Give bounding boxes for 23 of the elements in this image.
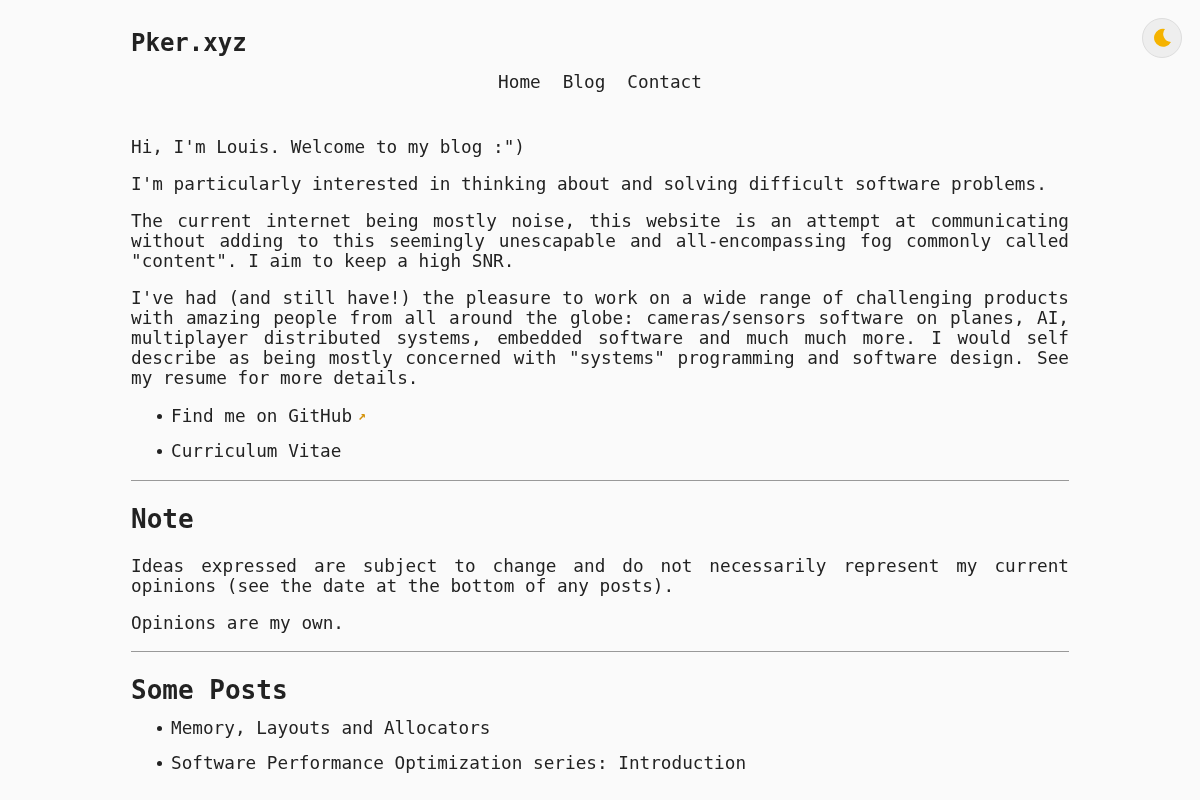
post-link[interactable]: Software Performance Optimization series: Introduction	[171, 753, 747, 773]
nav-link[interactable]: Contact	[627, 70, 702, 94]
bullet-icon	[157, 413, 162, 419]
bullet-icon	[157, 448, 162, 454]
paragraph: Ideas expressed are subject to change and do not necessarily represent my current opinions (see the date at the bottom of any posts).	[131, 556, 1069, 596]
bullet-icon	[157, 760, 162, 766]
link[interactable]: Curriculum Vitae	[171, 441, 342, 461]
nav-link[interactable]: Home	[498, 70, 541, 94]
paragraph: The current internet being mostly noise, this website is an attempt at communicating without adding to this seemingly unescapable and all-encompassing fog commonly called "content". I aim to keep a high SNR.	[131, 211, 1069, 271]
paragraph: Hi, I'm Louis. Welcome to my blog :")	[131, 137, 526, 157]
nav-link[interactable]: Blog	[562, 70, 606, 94]
paragraph: I'm particularly interested in thinking about and solving difficult software problems.	[131, 174, 1048, 194]
site-title[interactable]: Pker.xyz	[131, 29, 247, 57]
paragraph: Opinions are my own.	[131, 613, 345, 633]
paragraph: I've had (and still have!) the pleasure to work on a wide range of challenging products with amazing people from all around the globe: cameras/sensors software on planes, AI, multiplayer distributed systems, embedded software and much much more. I would self describe as being mostly concerned with "systems" programming and software design. See my resume for more details.	[131, 288, 1069, 388]
bullet-icon	[157, 725, 162, 731]
post-link[interactable]: Memory, Layouts and Allocators	[171, 718, 491, 738]
link[interactable]: Find me on GitHub	[171, 406, 353, 426]
external-link-icon: ↗	[358, 406, 366, 426]
section-heading: Some Posts	[131, 674, 289, 706]
theme-toggle-button[interactable]	[1142, 18, 1182, 58]
moon-icon	[1151, 27, 1173, 49]
section-heading: Note	[131, 503, 195, 535]
